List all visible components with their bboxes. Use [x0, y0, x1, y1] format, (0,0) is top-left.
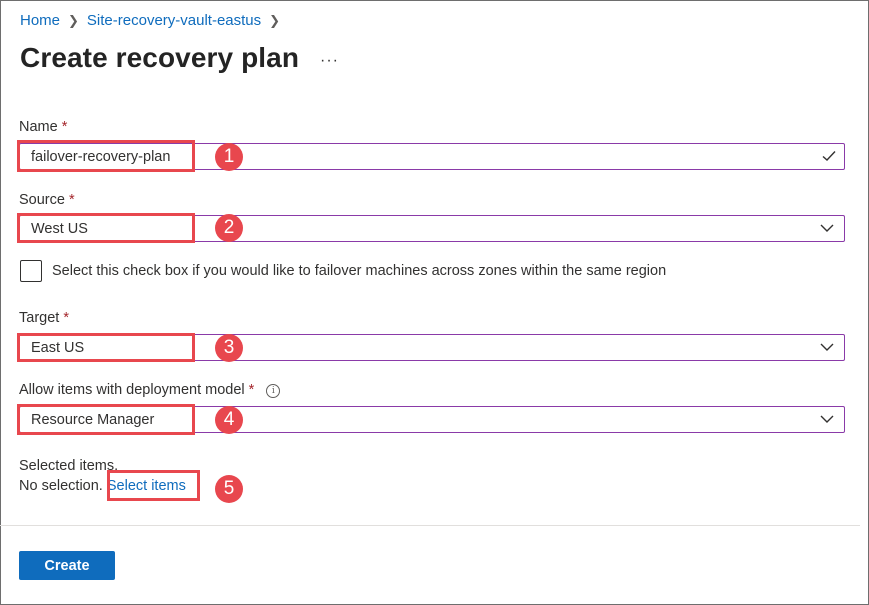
source-label-text: Source: [19, 192, 65, 208]
no-selection-text: No selection.: [19, 478, 103, 494]
select-items-link[interactable]: Select items: [107, 478, 186, 494]
zones-checkbox[interactable]: [20, 260, 42, 282]
source-label: Source *: [19, 192, 75, 208]
source-dropdown[interactable]: West US: [19, 215, 845, 242]
footer-divider: [0, 525, 860, 526]
chevron-down-icon: [820, 224, 834, 232]
chevron-down-icon: [820, 343, 834, 351]
annotation-badge-1: 1: [215, 143, 243, 171]
breadcrumb: Home ❯ Site-recovery-vault-eastus ❯: [20, 12, 288, 29]
name-input-value: failover-recovery-plan: [31, 149, 171, 165]
more-options-icon[interactable]: ···: [320, 52, 339, 70]
deployment-model-dropdown[interactable]: Resource Manager: [19, 406, 845, 433]
source-dropdown-value: West US: [31, 221, 88, 237]
required-marker: *: [63, 310, 69, 326]
chevron-down-icon: [820, 415, 834, 423]
target-label-text: Target: [19, 310, 60, 326]
annotation-badge-2: 2: [215, 214, 243, 242]
deployment-model-value: Resource Manager: [31, 412, 155, 428]
window-frame: [0, 0, 869, 605]
chevron-right-icon: ❯: [68, 12, 79, 28]
name-label: Name *: [19, 119, 67, 135]
deployment-model-label: Allow items with deployment model * i: [19, 382, 281, 398]
breadcrumb-home-link[interactable]: Home: [20, 12, 60, 29]
info-icon[interactable]: i: [266, 384, 281, 398]
zones-checkbox-label: Select this check box if you would like …: [52, 263, 667, 279]
breadcrumb-vault-link[interactable]: Site-recovery-vault-eastus: [87, 12, 261, 29]
target-dropdown[interactable]: East US: [19, 334, 845, 361]
target-dropdown-value: East US: [31, 340, 85, 356]
deployment-model-label-text: Allow items with deployment model: [19, 382, 245, 398]
create-button[interactable]: Create: [19, 551, 115, 580]
annotation-badge-4: 4: [215, 406, 243, 434]
chevron-right-icon: ❯: [269, 12, 281, 28]
selected-items-section: Selected items. No selection. Select ite…: [19, 456, 186, 496]
required-marker: *: [68, 192, 75, 208]
target-label: Target *: [19, 310, 69, 326]
page-title: Create recovery plan: [20, 42, 300, 73]
name-input[interactable]: failover-recovery-plan: [19, 143, 845, 170]
selected-items-label: Selected items.: [19, 458, 119, 474]
name-label-text: Name: [19, 119, 58, 135]
annotation-badge-3: 3: [215, 334, 243, 362]
required-marker: *: [61, 119, 68, 135]
checkmark-icon: [822, 151, 836, 161]
annotation-badge-5: 5: [215, 475, 243, 503]
required-marker: *: [248, 382, 255, 398]
